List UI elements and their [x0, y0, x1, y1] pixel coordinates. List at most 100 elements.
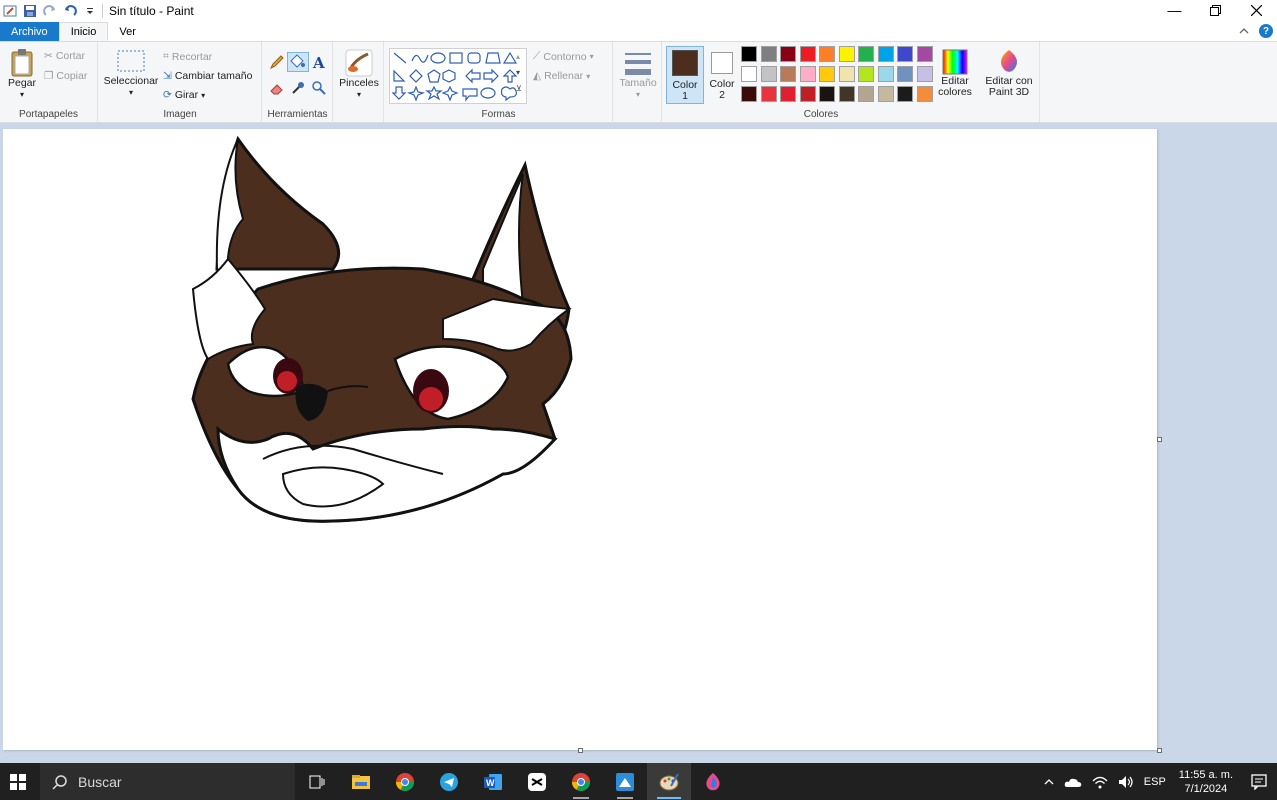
file-explorer-icon[interactable]: [339, 763, 383, 800]
magnifier-icon[interactable]: [311, 80, 329, 98]
save-icon[interactable]: [22, 3, 38, 19]
palette-swatch[interactable]: [838, 46, 855, 62]
resize-handle-bottom[interactable]: [578, 748, 583, 753]
size-label: Tamaño: [619, 77, 657, 89]
tab-view[interactable]: Ver: [108, 22, 147, 41]
palette-swatch[interactable]: [799, 86, 816, 102]
select-button[interactable]: Seleccionar ▾: [103, 48, 159, 98]
palette-swatch[interactable]: [877, 66, 894, 82]
palette-swatch[interactable]: [916, 86, 933, 102]
help-icon[interactable]: ?: [1259, 24, 1273, 38]
palette-swatch[interactable]: [780, 46, 796, 62]
brush-icon: [345, 49, 373, 77]
language-indicator[interactable]: ESP: [1139, 776, 1171, 788]
color-picker-icon[interactable]: [290, 80, 308, 98]
palette-swatch[interactable]: [760, 66, 777, 82]
color2-button[interactable]: Color 2: [705, 46, 739, 104]
minimize-icon[interactable]: —: [1154, 0, 1195, 20]
palette-swatch[interactable]: [916, 46, 933, 62]
crop-icon: ⌗: [163, 50, 169, 62]
palette-swatch[interactable]: [760, 86, 777, 102]
palette-swatch[interactable]: [819, 66, 835, 82]
palette-swatch[interactable]: [877, 46, 894, 62]
brushes-button[interactable]: Pinceles ▾: [338, 48, 380, 100]
palette-swatch[interactable]: [799, 46, 816, 62]
palette-swatch[interactable]: [741, 66, 757, 82]
taskbar-search[interactable]: Buscar: [40, 763, 295, 800]
ribbon-tabs: Archivo Inicio Ver ?: [0, 22, 1277, 41]
shapes-expand-icon[interactable]: ⊻: [516, 84, 522, 93]
word-icon[interactable]: W: [471, 763, 515, 800]
paint-app-icon[interactable]: [2, 3, 18, 19]
show-hidden-icons-icon[interactable]: [1039, 778, 1059, 785]
telegram-icon[interactable]: [427, 763, 471, 800]
restore-icon[interactable]: [1195, 0, 1236, 20]
chrome-running-icon[interactable]: [559, 763, 603, 800]
drawing-canvas[interactable]: [3, 129, 1162, 753]
notifications-icon[interactable]: [1241, 773, 1277, 790]
palette-swatch[interactable]: [838, 86, 855, 102]
palette-swatch[interactable]: [897, 46, 913, 62]
resize-handle-right[interactable]: [1157, 437, 1162, 442]
palette-swatch[interactable]: [741, 86, 757, 102]
fill-bucket-icon[interactable]: [287, 52, 309, 72]
outline-icon: ⟋: [533, 50, 541, 62]
paste-button[interactable]: Pegar ▾: [6, 48, 38, 100]
onedrive-icon[interactable]: [1059, 776, 1087, 788]
redo-icon[interactable]: [42, 3, 58, 19]
shapes-scroll-up-icon[interactable]: ▴: [516, 52, 520, 61]
palette-swatch[interactable]: [858, 46, 874, 62]
shapes-scroll-down-icon[interactable]: ▾: [516, 68, 520, 77]
cut-button[interactable]: ✂ Cortar: [44, 50, 85, 62]
size-button[interactable]: Tamaño ▾: [618, 48, 658, 100]
minimize-ribbon-icon[interactable]: [1239, 25, 1249, 37]
capcut-icon[interactable]: [515, 763, 559, 800]
quick-access-toolbar: [0, 3, 98, 19]
palette-swatch[interactable]: [877, 86, 894, 102]
palette-swatch[interactable]: [897, 66, 913, 82]
palette-swatch[interactable]: [760, 46, 777, 62]
text-tool-icon[interactable]: A: [313, 54, 329, 72]
eraser-icon[interactable]: [269, 80, 287, 98]
palette-swatch[interactable]: [916, 66, 933, 82]
resize-button[interactable]: ⇲ Cambiar tamaño: [163, 70, 252, 82]
start-button[interactable]: [0, 763, 36, 800]
resize-label: Cambiar tamaño: [174, 70, 253, 82]
palette-swatch[interactable]: [897, 86, 913, 102]
paint3d-taskbar-icon[interactable]: [691, 763, 735, 800]
tab-home[interactable]: Inicio: [58, 22, 109, 41]
wifi-icon[interactable]: [1087, 775, 1113, 789]
resize-handle-corner[interactable]: [1157, 748, 1162, 753]
customize-qat-icon[interactable]: [82, 3, 98, 19]
rotate-button[interactable]: ⟳ Girar ▾: [163, 89, 205, 101]
color1-button[interactable]: Color 1: [666, 46, 704, 104]
image-app-icon[interactable]: [603, 763, 647, 800]
fill-button[interactable]: ◭ Rellenar ▾: [533, 70, 590, 82]
shapes-gallery[interactable]: [389, 48, 527, 104]
palette-swatch[interactable]: [741, 46, 757, 62]
edit-paint3d-button[interactable]: Editar con Paint 3D: [980, 48, 1038, 98]
palette-swatch[interactable]: [838, 66, 855, 82]
edit-colors-button[interactable]: Editar colores: [936, 48, 974, 98]
clock[interactable]: 11:55 a. m. 7/1/2024: [1171, 768, 1241, 796]
palette-swatch[interactable]: [799, 66, 816, 82]
color2-number: 2: [719, 89, 725, 101]
palette-swatch[interactable]: [858, 66, 874, 82]
volume-icon[interactable]: [1113, 775, 1139, 789]
chrome-icon[interactable]: [383, 763, 427, 800]
paint-taskbar-icon[interactable]: [647, 763, 691, 800]
undo-icon[interactable]: [62, 3, 78, 19]
task-view-icon[interactable]: [295, 763, 339, 800]
palette-swatch[interactable]: [780, 86, 796, 102]
tab-file[interactable]: Archivo: [0, 22, 59, 41]
pencil-icon[interactable]: [269, 54, 287, 72]
crop-button[interactable]: ⌗ Recortar: [163, 50, 212, 63]
palette-swatch[interactable]: [780, 66, 796, 82]
close-icon[interactable]: [1236, 0, 1277, 20]
palette-swatch[interactable]: [858, 86, 874, 102]
palette-swatch[interactable]: [819, 86, 835, 102]
palette-swatch[interactable]: [819, 46, 835, 62]
cut-label: Cortar: [55, 50, 85, 62]
outline-button[interactable]: ⟋ Contorno ▾: [533, 50, 594, 63]
copy-button[interactable]: ❐ Copiar: [44, 70, 87, 82]
